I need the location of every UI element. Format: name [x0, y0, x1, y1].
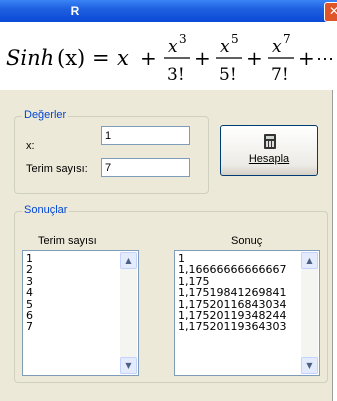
values-group-legend: Değerler	[22, 109, 69, 121]
terms-listbox[interactable]: 1234567 ▲ ▼	[22, 250, 139, 376]
formula-term-3-num: x	[272, 37, 282, 57]
formula-plus-4: +	[298, 46, 315, 70]
formula-term-2-num: x	[220, 37, 230, 57]
formula-plus-3: +	[246, 46, 263, 70]
terms-scrollbar[interactable]: ▲ ▼	[120, 252, 137, 374]
formula-term-2-den: 5!	[219, 65, 237, 85]
title-bar: R ✕	[0, 0, 337, 22]
formula-term-1-exp: 3	[179, 32, 187, 46]
x-label: x:	[26, 140, 35, 152]
formula-term-1-num: x	[168, 37, 178, 57]
calculator-icon	[264, 134, 276, 149]
result-list-item[interactable]: 1,17519841269841	[178, 287, 286, 299]
dialog-client-area: Değerler x: Terim sayısı: Hesapla Sonuçl…	[0, 90, 333, 401]
terms-column-header: Terim sayısı	[38, 235, 97, 247]
scroll-up-button[interactable]: ▲	[120, 252, 137, 269]
formula-plus-1: +	[140, 46, 157, 70]
close-button[interactable]: ✕	[324, 2, 337, 22]
formula-term-3-den: 7!	[271, 65, 289, 85]
window-title: R	[70, 4, 80, 18]
result-column-header: Sonuç	[231, 235, 263, 247]
formula-arg: (x)	[57, 46, 85, 70]
scroll-down-button[interactable]: ▼	[301, 357, 318, 374]
formula-image: Sinh (x) = x + x 3 3! + x 5 5! + x 7 7! …	[6, 32, 334, 85]
x-input[interactable]	[101, 126, 190, 145]
formula-x: x	[117, 46, 129, 70]
results-listbox[interactable]: 1 1,16666666666667 1,175 1,17519841269841 1,…	[174, 250, 320, 376]
results-list-items: 1 1,16666666666667 1,175 1,17519841269841 1,…	[178, 253, 286, 333]
terms-list-items: 1234567	[26, 253, 33, 333]
formula-panel: Sinh (x) = x + x 3 3! + x 5 5! + x 7 7! …	[0, 22, 337, 90]
results-group-legend: Sonuçlar	[22, 204, 70, 216]
formula-ellipsis: ⋯	[316, 49, 334, 70]
result-list-item[interactable]: 1,17520119364303	[178, 321, 286, 333]
calculate-button[interactable]: Hesapla	[220, 125, 318, 176]
formula-equals: =	[92, 46, 110, 70]
formula-plus-2: +	[194, 46, 211, 70]
results-scrollbar[interactable]: ▲ ▼	[301, 252, 318, 374]
formula-term-3-exp: 7	[283, 32, 291, 46]
scroll-up-button[interactable]: ▲	[301, 252, 318, 269]
terms-count-input[interactable]	[101, 158, 190, 177]
formula-term-1-den: 3!	[167, 65, 185, 85]
scroll-down-button[interactable]: ▼	[120, 357, 137, 374]
formula-func: Sinh	[6, 46, 54, 70]
terms-list-item[interactable]: 4	[26, 287, 33, 299]
formula-term-2-exp: 5	[231, 32, 239, 46]
calculate-button-label: Hesapla	[248, 153, 290, 165]
terms-list-item[interactable]: 7	[26, 321, 33, 333]
terms-count-label: Terim sayısı:	[26, 163, 88, 175]
